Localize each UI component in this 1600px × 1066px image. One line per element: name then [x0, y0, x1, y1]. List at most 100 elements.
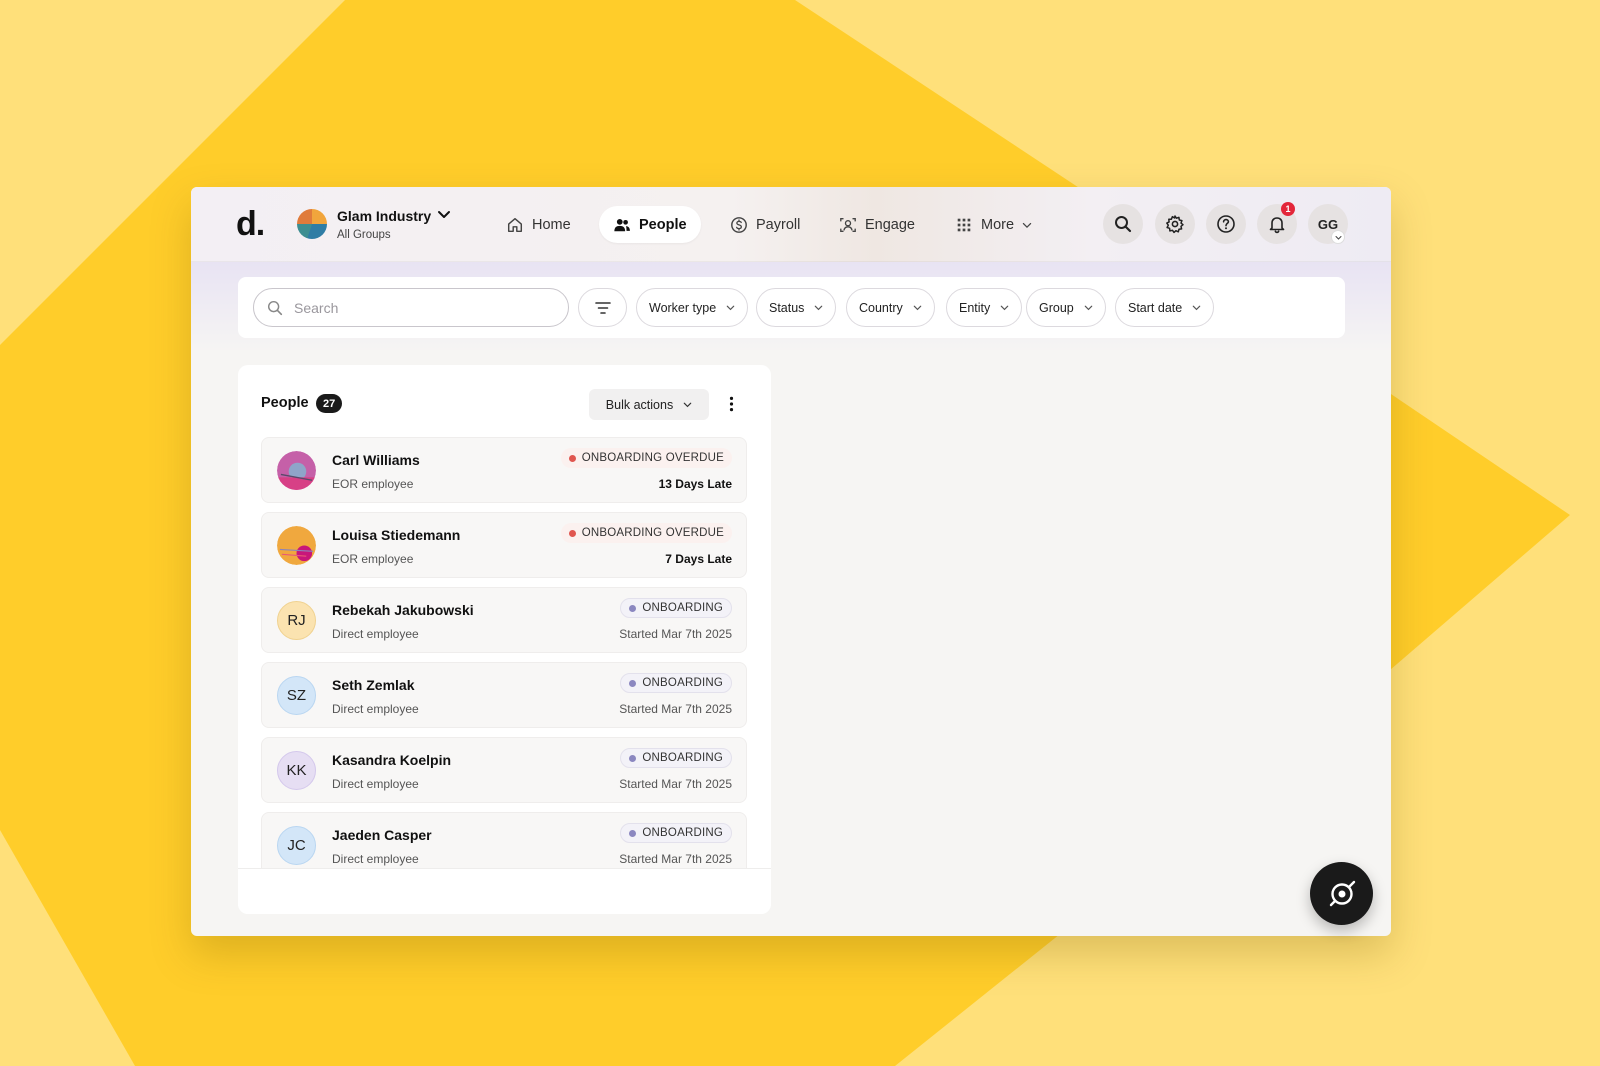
notifications-button[interactable]: 1 [1257, 202, 1297, 244]
nav-home-label: Home [532, 216, 571, 233]
filter-chip-worker-type[interactable]: Worker type [636, 288, 749, 327]
person-row[interactable]: KK Kasandra Koelpin Direct employee ONBO… [261, 737, 747, 803]
status-meta: 7 Days Late [665, 552, 732, 566]
people-title: People [261, 395, 309, 411]
chevron-down-icon [1022, 222, 1032, 228]
chevron-down-icon [913, 305, 922, 311]
avatar: KK [277, 751, 316, 790]
chevron-down-icon[interactable] [437, 207, 451, 221]
chip-label: Group [1039, 300, 1074, 315]
chevron-down-icon [726, 305, 735, 311]
filter-bar: Worker type Status Country Entity Group … [238, 277, 1345, 338]
search-input[interactable] [294, 299, 544, 316]
engage-icon [840, 217, 856, 232]
status-meta: Started Mar 7th 2025 [619, 777, 732, 791]
person-row[interactable]: SZ Seth Zemlak Direct employee ONBOARDIN… [261, 662, 747, 728]
user-menu-caret[interactable] [1331, 230, 1345, 244]
filter-chip-group[interactable]: Group [1026, 288, 1106, 327]
filter-chip-entity[interactable]: Entity [946, 288, 1023, 327]
bulk-actions-button[interactable]: Bulk actions [589, 389, 709, 420]
chevron-down-icon [1000, 305, 1009, 311]
avatar: RJ [277, 601, 316, 640]
person-name: Jaeden Casper [332, 827, 432, 843]
people-list-card: People 27 Bulk actions Carl Williams EOR… [238, 365, 771, 914]
status-meta: Started Mar 7th 2025 [619, 852, 732, 866]
status-dot [629, 829, 637, 837]
card-footer [238, 868, 771, 914]
filter-chip-start-date[interactable]: Start date [1115, 288, 1215, 327]
person-row[interactable]: Louisa Stiedemann EOR employee ONBOARDIN… [261, 512, 747, 578]
person-name: Kasandra Koelpin [332, 752, 452, 768]
person-row[interactable]: Carl Williams EOR employee ONBOARDING OV… [261, 437, 747, 503]
status-meta: Started Mar 7th 2025 [619, 627, 732, 641]
search-field[interactable] [253, 288, 569, 327]
person-name: Louisa Stiedemann [332, 527, 461, 543]
dollar-circle-icon [731, 216, 747, 233]
status-label: ONBOARDING [642, 752, 723, 764]
chevron-down-icon [1192, 305, 1201, 311]
worker-type: Direct employee [332, 702, 419, 716]
org-subtitle: All Groups [337, 229, 391, 241]
search-icon [267, 300, 283, 315]
chip-label: Worker type [649, 300, 717, 315]
chevron-down-icon [815, 305, 823, 311]
chevron-down-icon [1335, 235, 1341, 240]
more-options-button[interactable] [724, 393, 738, 415]
avatar: SZ [277, 676, 316, 715]
avatar: JC [277, 826, 316, 865]
bell-icon [1269, 217, 1285, 234]
status-meta: Started Mar 7th 2025 [619, 702, 732, 716]
nav-more[interactable]: More [941, 206, 1046, 243]
nav-payroll[interactable]: Payroll [716, 206, 814, 243]
bulk-actions-label: Bulk actions [605, 397, 674, 412]
person-name: Seth Zemlak [332, 677, 415, 693]
status-label: ONBOARDING [642, 827, 723, 839]
org-name[interactable]: Glam Industry [337, 208, 431, 224]
help-button[interactable] [1206, 204, 1246, 244]
chip-label: Entity [959, 300, 991, 315]
help-icon [1217, 215, 1235, 233]
filter-chip-status[interactable]: Status [756, 288, 837, 327]
worker-type: EOR employee [332, 477, 414, 491]
status-label: ONBOARDING [642, 602, 723, 614]
avatar [277, 451, 316, 490]
status-label: ONBOARDING OVERDUE [581, 452, 724, 464]
status-badge: ONBOARDING OVERDUE [560, 523, 732, 543]
nav-engage[interactable]: Engage [825, 206, 929, 243]
nav-home[interactable]: Home [492, 206, 585, 243]
status-dot [568, 529, 576, 537]
people-icon [614, 218, 630, 231]
status-dot [629, 604, 637, 612]
person-row[interactable]: RJ Rebekah Jakubowski Direct employee ON… [261, 587, 747, 653]
chevron-down-icon [1084, 305, 1093, 311]
avatar [277, 526, 316, 565]
floating-action-button[interactable] [1310, 862, 1373, 925]
nav-more-label: More [981, 216, 1015, 233]
logo[interactable]: d. [236, 205, 265, 244]
status-badge: ONBOARDING [620, 748, 732, 768]
status-badge: ONBOARDING [620, 673, 732, 693]
nav-people[interactable]: People [599, 206, 701, 243]
search-icon [1115, 216, 1132, 233]
filter-button[interactable] [578, 288, 627, 327]
status-label: ONBOARDING OVERDUE [581, 527, 724, 539]
worker-type: EOR employee [332, 552, 414, 566]
status-badge: ONBOARDING OVERDUE [560, 448, 732, 468]
person-photo [277, 526, 316, 565]
chip-label: Country [859, 300, 903, 315]
filter-chip-country[interactable]: Country [846, 288, 935, 327]
status-badge: ONBOARDING [620, 823, 732, 843]
settings-button[interactable] [1155, 204, 1195, 244]
status-dot [629, 754, 637, 762]
chevron-down-icon [683, 402, 692, 408]
chip-label: Start date [1128, 300, 1183, 315]
home-icon [507, 217, 523, 232]
app-window: d. Glam Industry All Groups Home People … [191, 187, 1391, 936]
notification-badge: 1 [1281, 202, 1295, 216]
gear-icon [1166, 215, 1184, 234]
top-navigation-bar: d. Glam Industry All Groups Home People … [191, 187, 1391, 262]
org-avatar[interactable] [297, 209, 327, 239]
search-button[interactable] [1103, 204, 1143, 244]
worker-type: Direct employee [332, 627, 419, 641]
filter-icon [594, 301, 611, 314]
